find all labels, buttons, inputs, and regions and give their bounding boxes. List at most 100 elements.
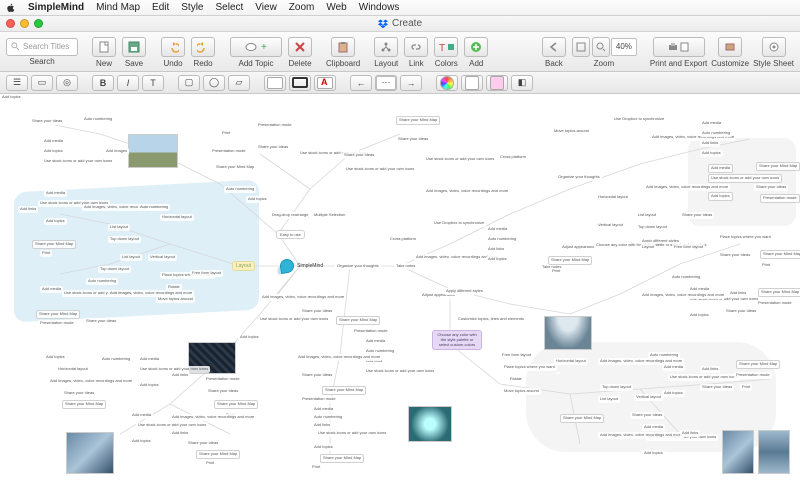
n[interactable]: Add links <box>486 246 506 253</box>
n[interactable]: Auto numbering <box>138 204 170 211</box>
n[interactable]: Auto numbering <box>648 352 680 359</box>
n[interactable]: Add links <box>700 366 720 373</box>
link-button[interactable] <box>404 37 428 57</box>
n[interactable]: Add links <box>700 140 720 147</box>
topic-easy[interactable]: Easy to use <box>276 230 305 239</box>
image-thumb-4[interactable] <box>408 406 452 442</box>
n[interactable]: List layout <box>108 224 130 231</box>
mindmap-canvas[interactable]: SimpleMind Layout Easy to use Organize y… <box>0 94 800 500</box>
n[interactable]: Horizontal layout <box>56 366 90 373</box>
n[interactable]: Top down layout <box>98 266 131 273</box>
n[interactable]: Move topics around <box>552 128 591 135</box>
n[interactable]: Place topics where you want <box>718 234 773 241</box>
bold-button[interactable]: B <box>92 75 114 91</box>
menu-zoom[interactable]: Zoom <box>289 2 315 13</box>
italic-button[interactable]: I <box>117 75 139 91</box>
n[interactable]: Share your ideas <box>256 144 290 151</box>
n[interactable]: Top down layout <box>600 384 633 391</box>
app-name[interactable]: SimpleMind <box>28 2 84 13</box>
n[interactable]: Auto numbering <box>670 274 702 281</box>
n[interactable]: Add topics <box>312 444 335 451</box>
n[interactable]: Share your ideas <box>342 152 376 159</box>
n[interactable]: Auto numbering <box>700 130 732 137</box>
n[interactable]: Add topics <box>486 256 509 263</box>
n[interactable]: Print <box>550 268 562 275</box>
minimize-button[interactable] <box>20 19 29 28</box>
addtopic-button[interactable]: + <box>230 37 282 57</box>
n[interactable]: Add media <box>662 364 685 371</box>
n[interactable]: Add topics <box>688 312 711 319</box>
n[interactable]: Add images, video, voice recordings and … <box>260 294 346 301</box>
menu-edit[interactable]: Edit <box>152 2 169 13</box>
n[interactable]: Share your Mind Map <box>322 386 366 395</box>
n[interactable]: Auto numbering <box>82 116 114 123</box>
n[interactable]: Share your ideas <box>30 118 64 125</box>
menu-style[interactable]: Style <box>181 2 203 13</box>
n[interactable]: Apply different styles <box>444 288 485 295</box>
n[interactable]: Share your Mind Map <box>196 450 240 459</box>
delete-button[interactable] <box>288 37 312 57</box>
n[interactable]: Presentation mode <box>734 372 772 379</box>
n[interactable]: Layout <box>640 244 656 251</box>
n[interactable]: Add images, video, voice recordings and … <box>296 354 382 361</box>
menu-web[interactable]: Web <box>326 2 346 13</box>
n[interactable]: Share your ideas <box>718 252 752 259</box>
n[interactable]: Add media <box>42 138 65 145</box>
font-button[interactable]: T <box>142 75 164 91</box>
n[interactable]: List layout <box>120 254 142 261</box>
n[interactable]: Share your Mind Map <box>320 454 364 463</box>
arrow-right-button[interactable]: → <box>400 75 422 91</box>
n[interactable]: List layout <box>636 212 658 219</box>
image-thumb-3[interactable] <box>66 432 114 474</box>
n[interactable]: Free form layout <box>500 352 533 359</box>
menu-mindmap[interactable]: Mind Map <box>96 2 140 13</box>
n[interactable]: Add images <box>104 148 129 155</box>
outline-toggle[interactable]: ☰ <box>6 75 28 91</box>
n[interactable]: Use stock icons or add your own icons <box>316 430 388 437</box>
n[interactable]: Add topics <box>0 94 23 101</box>
n[interactable]: Vertical layout <box>148 254 177 261</box>
n[interactable]: Add links <box>680 430 700 437</box>
n[interactable]: Top down layout <box>636 224 669 231</box>
n[interactable]: Add topics <box>662 390 685 397</box>
save-button[interactable] <box>122 37 146 57</box>
n[interactable]: Free form layout <box>190 270 223 277</box>
close-button[interactable] <box>6 19 15 28</box>
n[interactable]: Share your ideas <box>754 184 788 191</box>
text-color-button[interactable] <box>314 75 336 91</box>
n[interactable]: Vertical layout <box>634 394 663 401</box>
n[interactable]: Add images, video, voice recordings and … <box>598 432 684 439</box>
n[interactable]: Top down layout <box>108 236 141 243</box>
line-style-button[interactable]: ⋯ <box>375 75 397 91</box>
n[interactable]: Presentation mode <box>38 320 76 327</box>
n[interactable]: Use stock icons or add your own icons <box>364 368 436 375</box>
n[interactable]: Add images, video, voice recordings and … <box>640 292 726 299</box>
n[interactable]: Cross platform <box>388 236 418 243</box>
n[interactable]: Add media <box>44 190 67 197</box>
border-color-button[interactable] <box>289 75 311 91</box>
n[interactable]: Add topics <box>700 150 723 157</box>
n[interactable]: Use stock icons or add your own icons <box>668 374 740 381</box>
n[interactable]: Share your ideas <box>206 388 240 395</box>
n[interactable]: Drag-drop rearrange <box>270 212 310 219</box>
n[interactable]: Share your ideas <box>62 390 96 397</box>
fullscreen-button[interactable] <box>34 19 43 28</box>
topic-organize[interactable]: Organize your thoughts <box>335 263 381 270</box>
n[interactable]: Share your Mind Map <box>214 400 258 409</box>
n[interactable]: Share your Mind Map <box>760 250 800 259</box>
n[interactable]: Horizontal layout <box>160 214 194 221</box>
n[interactable]: Share your Mind Map <box>32 240 76 249</box>
n[interactable]: Share your ideas <box>630 412 664 419</box>
n[interactable]: Cross platform <box>498 154 528 161</box>
n[interactable]: Print <box>204 460 216 467</box>
n[interactable]: Add media <box>642 424 665 431</box>
n[interactable]: Share your Mind Map <box>756 162 800 171</box>
n[interactable]: Print <box>760 262 772 269</box>
n[interactable]: Share your ideas <box>300 308 334 315</box>
n[interactable]: Print <box>740 384 752 391</box>
zoom-value[interactable]: 40% <box>611 38 637 56</box>
n[interactable]: Share your Mind Map <box>548 256 592 265</box>
n[interactable]: Share your ideas <box>700 384 734 391</box>
menu-select[interactable]: Select <box>216 2 244 13</box>
n[interactable]: Place topics where you want <box>502 364 557 371</box>
